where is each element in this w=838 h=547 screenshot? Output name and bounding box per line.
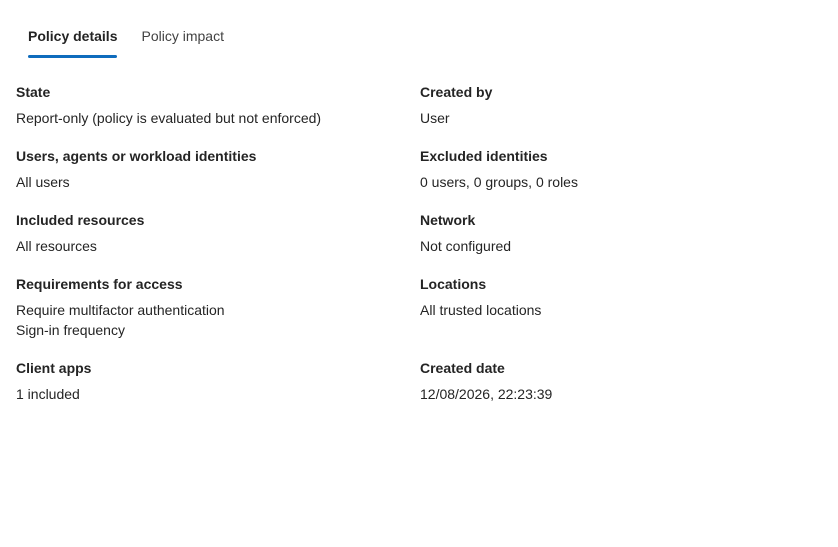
field-network: Network Not configured: [420, 212, 810, 256]
network-value: Not configured: [420, 238, 512, 254]
client-apps-value: 1 included: [16, 386, 80, 402]
users-value: All users: [16, 174, 70, 190]
locations-label: Locations: [420, 276, 487, 292]
selected-tab-indicator: [28, 55, 118, 58]
excluded-identities-value: 0 users, 0 groups, 0 roles: [420, 174, 578, 190]
field-locations: Locations All trusted locations: [420, 276, 810, 320]
requirement-signin-frequency: Sign-in frequency: [16, 322, 125, 338]
field-state: State Report-only (policy is evaluated b…: [16, 84, 406, 128]
users-label: Users, agents or workload identities: [16, 148, 257, 164]
field-created-by: Created by User: [420, 84, 810, 128]
created-date-label: Created date: [420, 360, 505, 376]
excluded-identities-label: Excluded identities: [420, 148, 548, 164]
field-included-resources: Included resources All resources: [16, 212, 406, 256]
network-label: Network: [420, 212, 476, 228]
created-by-label: Created by: [420, 84, 493, 100]
field-client-apps: Client apps 1 included: [16, 360, 406, 404]
field-excluded-identities: Excluded identities 0 users, 0 groups, 0…: [420, 148, 810, 192]
field-users: Users, agents or workload identities All…: [16, 148, 406, 192]
created-date-value: 12/08/2026, 22:23:39: [420, 386, 553, 402]
tab-policy-details-label: Policy details: [28, 28, 118, 44]
tab-policy-impact[interactable]: Policy impact: [129, 20, 235, 58]
tab-policy-details[interactable]: Policy details: [16, 20, 129, 58]
state-label: State: [16, 84, 51, 100]
locations-value: All trusted locations: [420, 302, 542, 318]
tab-policy-impact-label: Policy impact: [141, 28, 224, 44]
tab-list: Policy details Policy impact: [16, 20, 236, 58]
client-apps-label: Client apps: [16, 360, 92, 376]
field-created-date: Created date 12/08/2026, 22:23:39: [420, 360, 810, 404]
requirement-mfa: Require multifactor authentication: [16, 302, 225, 318]
field-requirements: Requirements for access Require multifac…: [16, 276, 406, 340]
included-resources-label: Included resources: [16, 212, 145, 228]
created-by-value: User: [420, 110, 450, 126]
state-value: Report-only (policy is evaluated but not…: [16, 110, 322, 126]
requirements-label: Requirements for access: [16, 276, 183, 292]
included-resources-value: All resources: [16, 238, 97, 254]
